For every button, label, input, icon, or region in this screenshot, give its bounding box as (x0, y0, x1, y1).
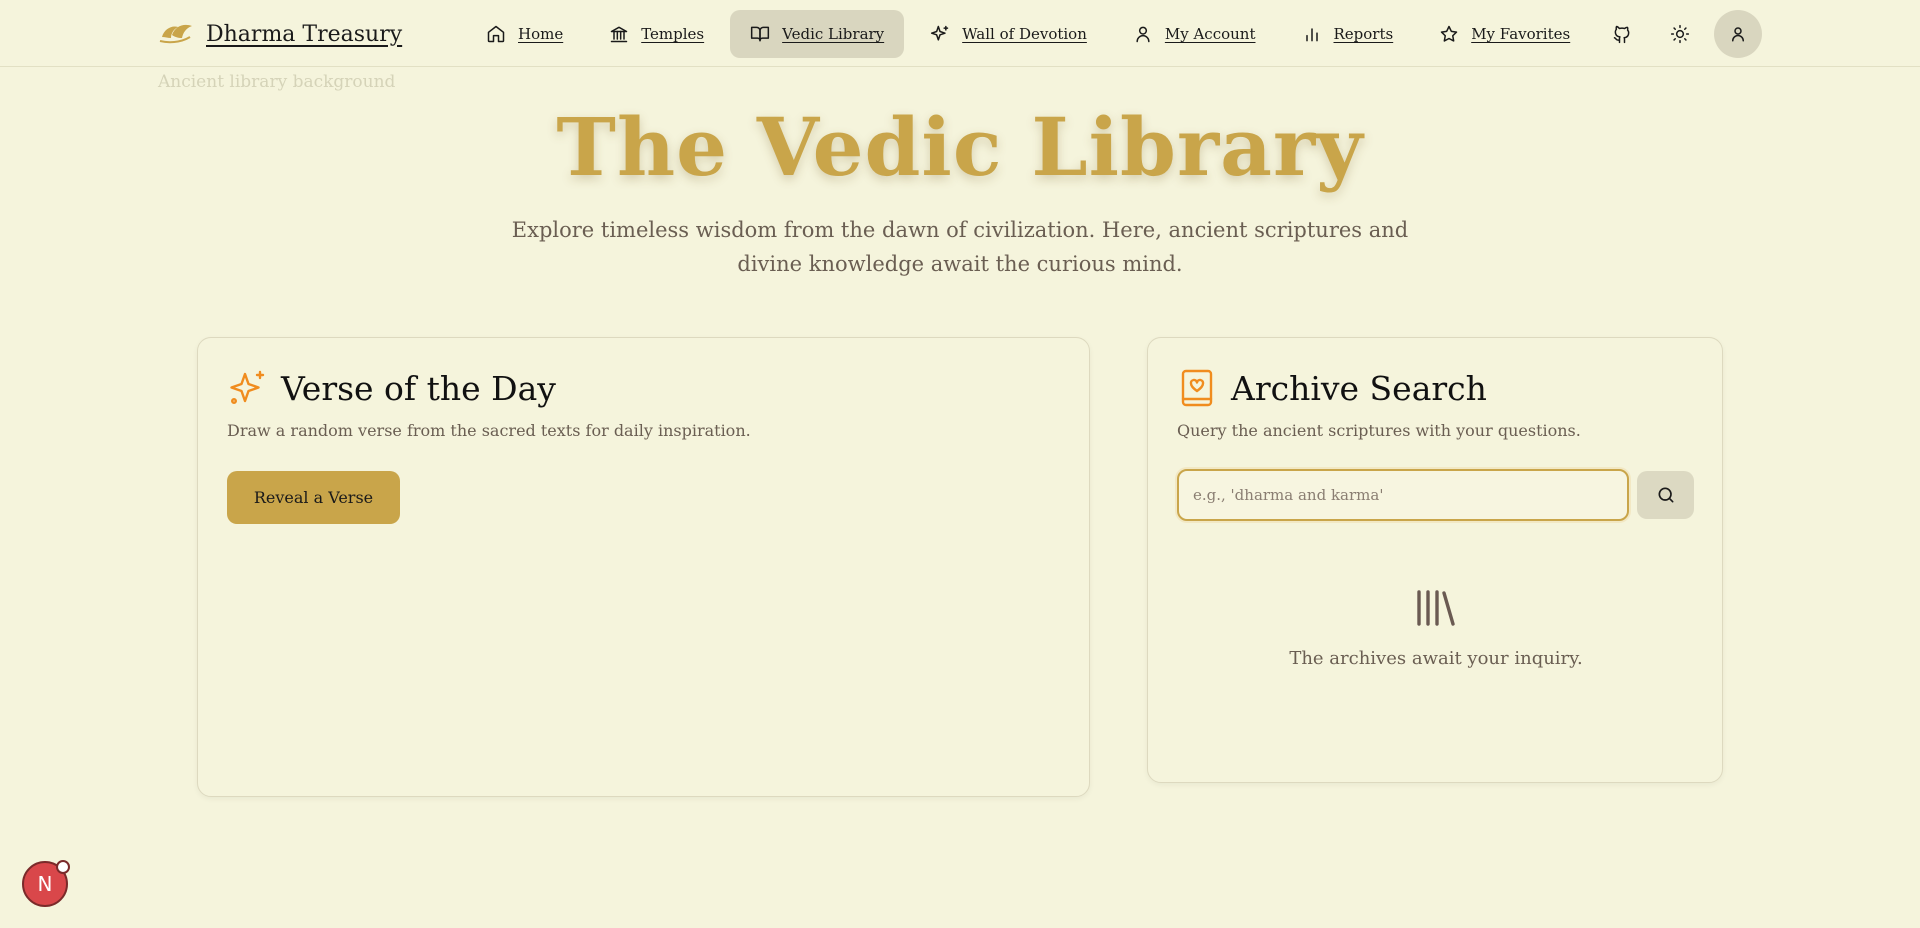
user-icon (1136, 26, 1150, 43)
nav-wall-of-devotion-label: Wall of Devotion (962, 25, 1087, 43)
github-button[interactable] (1602, 14, 1642, 54)
nav-temples[interactable]: Temples (589, 10, 724, 58)
archive-empty-state: The archives await your inquiry. (1289, 648, 1583, 669)
archive-card-description: Query the ancient scriptures with your q… (1177, 421, 1581, 440)
nav-vedic-library-label: Vedic Library (782, 25, 885, 43)
nav-vedic-library[interactable]: Vedic Library (730, 10, 905, 58)
bar-chart-icon (1305, 28, 1318, 42)
book-heart-icon (1181, 369, 1213, 407)
library-icon (1417, 590, 1455, 626)
nav-my-favorites-label: My Favorites (1471, 25, 1571, 43)
sparkle-icon (230, 370, 265, 405)
nav-wall-of-devotion[interactable]: Wall of Devotion (910, 10, 1107, 58)
nav-home-label: Home (518, 25, 564, 43)
lotus-logo-icon (159, 24, 192, 44)
page-subtitle: Explore timeless wisdom from the dawn of… (511, 218, 1409, 276)
theme-toggle-button[interactable] (1660, 14, 1700, 54)
verse-card-title: Verse of the Day (281, 368, 556, 408)
archive-search-button[interactable] (1637, 471, 1694, 519)
reveal-verse-button[interactable]: Reveal a Verse (227, 471, 400, 524)
nav-reports[interactable]: Reports (1282, 10, 1414, 58)
sparkles-icon (931, 25, 949, 41)
nav-home[interactable]: Home (466, 10, 583, 58)
nav-reports-label: Reports (1333, 25, 1394, 43)
verse-card-header: Verse of the Day (227, 368, 556, 408)
search-icon (1658, 487, 1673, 503)
archive-card-title: Archive Search (1231, 368, 1487, 408)
nav-temples-label: Temples (641, 25, 705, 43)
verse-card-description: Draw a random verse from the sacred text… (227, 421, 751, 440)
star-icon (1440, 25, 1458, 42)
nav-my-favorites[interactable]: My Favorites (1419, 10, 1590, 58)
archive-search-input[interactable] (1177, 469, 1629, 521)
notification-dot (56, 860, 70, 874)
verse-of-the-day-card: Verse of the Day Draw a random verse fro… (197, 337, 1090, 797)
archive-search-card: Archive Search Query the ancient scriptu… (1147, 337, 1723, 783)
nav-my-account-label: My Account (1164, 25, 1256, 43)
sun-icon (1670, 24, 1690, 44)
archive-card-header: Archive Search (1177, 368, 1487, 408)
user-icon (1732, 27, 1744, 42)
home-icon (487, 25, 505, 43)
brand-link[interactable]: Dharma Treasury (158, 14, 402, 54)
page-title: The Vedic Library (556, 100, 1364, 194)
github-icon (1613, 25, 1630, 44)
top-navbar: Dharma Treasury Home Temples Vedic Libra… (0, 0, 1920, 67)
main-nav: Home Temples Vedic Library Wall of Devot… (466, 10, 1596, 58)
temple-icon (610, 26, 628, 43)
background-image-alt: Ancient library background (158, 72, 396, 92)
book-open-icon (751, 26, 770, 42)
nav-my-account[interactable]: My Account (1113, 10, 1276, 58)
user-menu-button[interactable] (1714, 10, 1762, 58)
brand-name: Dharma Treasury (206, 21, 403, 47)
